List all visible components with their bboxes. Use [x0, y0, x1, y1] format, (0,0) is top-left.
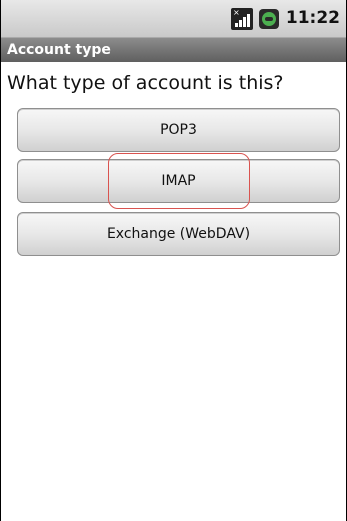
title-bar: Account type — [1, 38, 346, 62]
exchange-button[interactable]: Exchange (WebDAV) — [17, 212, 340, 256]
imap-button[interactable]: IMAP — [17, 159, 340, 203]
pop3-button[interactable]: POP3 — [17, 108, 340, 152]
page-title: Account type — [7, 42, 111, 58]
status-bar: × 11:22 — [1, 0, 346, 38]
pop3-button-label: POP3 — [160, 122, 197, 138]
imap-button-label: IMAP — [161, 173, 196, 189]
battery-icon — [259, 9, 279, 29]
signal-icon: × — [231, 8, 253, 30]
account-type-prompt: What type of account is this? — [7, 72, 284, 94]
exchange-button-label: Exchange (WebDAV) — [106, 226, 251, 242]
phone-screen: × 11:22 Account type What type of accoun… — [0, 0, 347, 521]
status-time: 11:22 — [285, 8, 340, 28]
